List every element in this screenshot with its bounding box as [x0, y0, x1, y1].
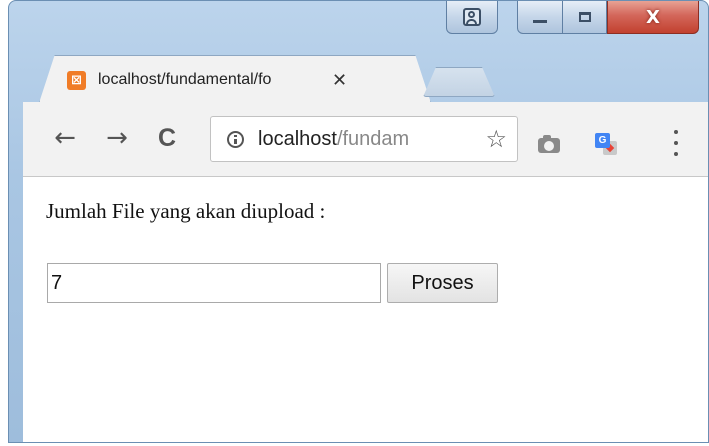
address-bar[interactable]: localhost/fundam ☆: [210, 116, 518, 162]
tab-close-icon[interactable]: ✕: [332, 70, 347, 91]
maximize-icon: [578, 12, 591, 22]
file-count-input[interactable]: [47, 263, 381, 303]
xampp-favicon: ⊠: [67, 70, 86, 90]
menu-dot: [674, 152, 678, 156]
back-button[interactable]: ←: [49, 122, 81, 154]
page-content: Jumlah File yang akan diupload : Proses: [23, 177, 708, 442]
menu-dot: [674, 141, 678, 145]
proses-button[interactable]: Proses: [387, 263, 498, 303]
url-path: /fundam: [336, 127, 410, 150]
url-text[interactable]: localhost/fundam: [258, 128, 485, 151]
browser-toolbar: ← → C localhost/fundam ☆ G: [23, 102, 708, 177]
file-count-prompt: Jumlah File yang akan diupload :: [46, 199, 326, 223]
active-tab[interactable]: ⊠ localhost/fundamental/fo ✕: [33, 58, 403, 102]
forward-arrow-icon: →: [106, 123, 128, 153]
star-icon[interactable]: ☆: [485, 125, 507, 153]
camera-icon[interactable]: [538, 135, 560, 153]
window-close-button[interactable]: X: [607, 1, 699, 34]
tab-title: localhost/fundamental/fo: [98, 71, 272, 88]
info-icon[interactable]: [227, 130, 244, 148]
profile-button[interactable]: [446, 1, 498, 34]
browser-window: X ⊠ localhost/fundamental/fo ✕ ← → C loc…: [8, 0, 709, 443]
forward-button[interactable]: →: [101, 122, 133, 154]
url-host: localhost: [258, 127, 337, 150]
translate-icon[interactable]: G: [595, 133, 617, 155]
reload-icon: C: [157, 123, 177, 152]
maximize-button[interactable]: [563, 1, 607, 34]
translate-icon-front: G: [595, 133, 610, 148]
user-icon: [463, 8, 481, 26]
minimize-icon: [533, 19, 547, 23]
menu-dot: [674, 130, 678, 134]
menu-icon[interactable]: [673, 130, 679, 156]
reload-button[interactable]: C: [151, 122, 183, 154]
back-arrow-icon: ←: [54, 123, 76, 153]
minimize-button[interactable]: [517, 1, 563, 34]
close-icon: X: [646, 6, 660, 28]
new-tab-button[interactable]: [423, 67, 495, 97]
